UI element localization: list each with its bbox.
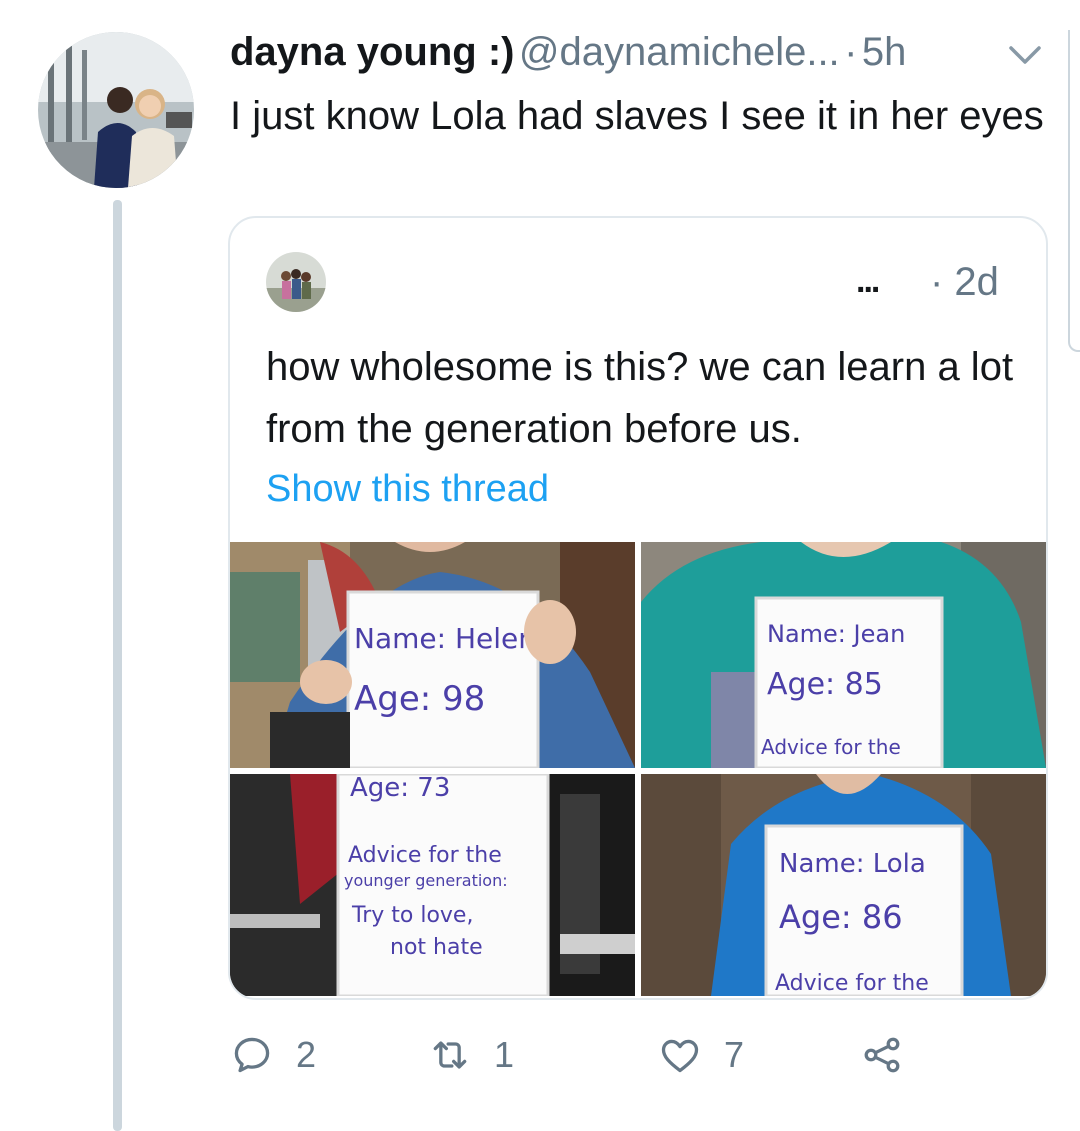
quoted-tweet[interactable]: ... · 2d how wholesome is this? we can l…: [228, 216, 1048, 1000]
quoted-text: how wholesome is this? we can learn a lo…: [266, 345, 1014, 451]
scroll-edge: [1068, 30, 1080, 352]
board-text: Advice for the: [348, 843, 502, 868]
photo-age-73[interactable]: Age: 73 Advice for the younger generatio…: [230, 774, 635, 996]
retweet-button[interactable]: 1: [428, 1030, 514, 1080]
board-text: Age: 98: [354, 679, 485, 719]
profile-photo-icon: [38, 32, 194, 188]
tweet-actions: 2 1 7: [230, 1030, 1030, 1080]
tweet-header: dayna young :) @daynamichele... · 5h: [230, 30, 1060, 80]
author-avatar[interactable]: [38, 32, 194, 188]
share-button[interactable]: [860, 1030, 904, 1080]
separator-dot: ·: [844, 30, 858, 74]
retweet-icon: [433, 1041, 467, 1069]
photo-helen[interactable]: Name: Helen Age: 98: [230, 542, 635, 768]
board-text: Try to love,: [351, 903, 473, 928]
board-text: Advice for the: [761, 735, 901, 759]
board-text: Age: 85: [767, 667, 883, 702]
board-text: Name: Lola: [779, 849, 926, 879]
group-photo-icon: [266, 252, 326, 312]
show-thread-link[interactable]: Show this thread: [266, 468, 549, 511]
like-icon: [661, 1039, 699, 1073]
board-text: younger generation:: [344, 871, 508, 890]
reply-icon: [234, 1037, 270, 1073]
like-count: 7: [724, 1034, 745, 1075]
tweet-time[interactable]: 5h: [862, 30, 907, 74]
photo-grid: Name: Helen Age: 98 Name: Jean Age: 85 A…: [230, 542, 1046, 996]
share-icon: [864, 1037, 900, 1073]
user-handle[interactable]: @daynamichele...: [519, 30, 840, 74]
board-text: not hate: [390, 935, 483, 960]
display-name[interactable]: dayna young :): [230, 30, 514, 74]
quoted-time[interactable]: · 2d: [930, 260, 999, 305]
thread-line: [113, 200, 122, 1131]
reply-button[interactable]: 2: [230, 1030, 316, 1080]
like-button[interactable]: 7: [658, 1030, 744, 1080]
board-text: Name: Helen: [354, 622, 536, 655]
tweet-text: I just know Lola had slaves I see it in …: [230, 94, 1044, 138]
chevron-down-icon[interactable]: [1008, 44, 1042, 66]
reply-count: 2: [296, 1034, 317, 1075]
board-text: Age: 73: [350, 774, 450, 803]
quoted-avatar[interactable]: [266, 252, 326, 312]
board-text: Age: 86: [779, 898, 903, 936]
retweet-count: 1: [494, 1034, 515, 1075]
board-text: Advice for the: [775, 971, 929, 996]
board-text: Name: Jean: [767, 620, 905, 648]
more-options-icon[interactable]: ...: [856, 262, 880, 301]
photo-lola[interactable]: Name: Lola Age: 86 Advice for the: [641, 774, 1046, 996]
photo-jean[interactable]: Name: Jean Age: 85 Advice for the: [641, 542, 1046, 768]
